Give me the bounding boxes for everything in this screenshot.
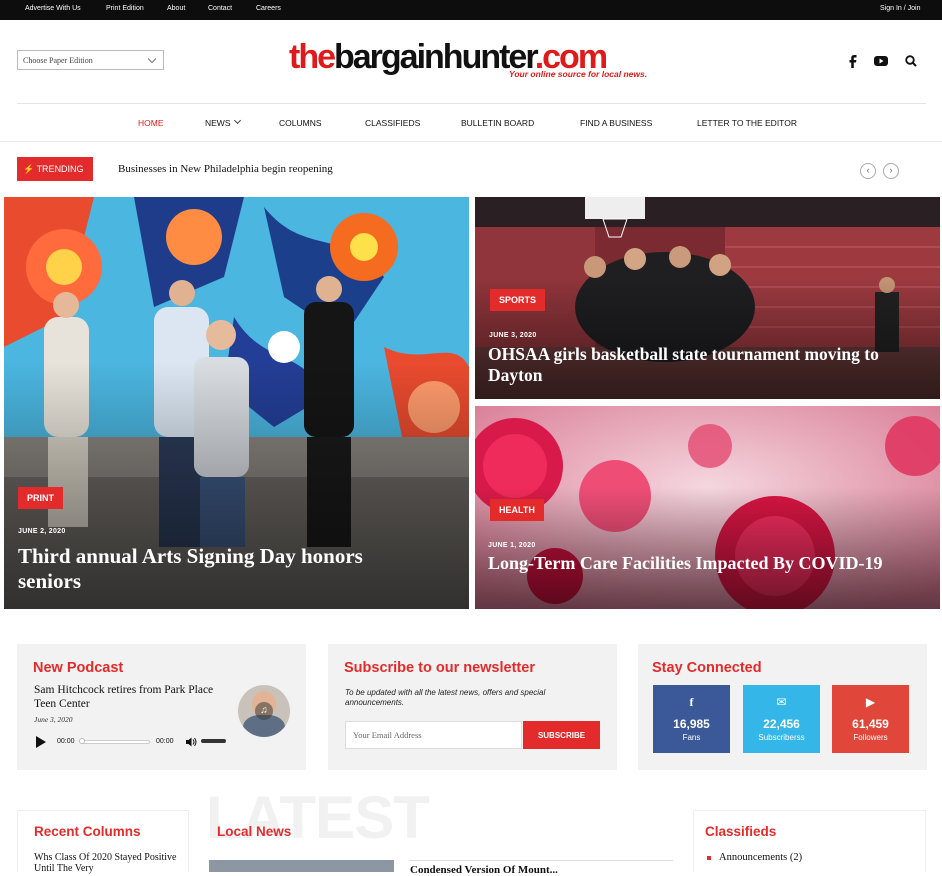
category-badge[interactable]: HEALTH <box>490 499 544 521</box>
newsletter-title: Subscribe to our newsletter <box>344 660 535 676</box>
recent-columns-title: Recent Columns <box>34 824 141 839</box>
bullet-icon <box>707 856 711 860</box>
stay-connected-title: Stay Connected <box>652 660 762 676</box>
newsletter-widget: Subscribe to our newsletter To be update… <box>328 644 617 770</box>
chevron-down-icon <box>147 54 157 64</box>
search-icon[interactable] <box>905 55 917 67</box>
local-news-divider <box>409 860 673 861</box>
volume-slider[interactable] <box>201 739 226 743</box>
article-date: JUNE 3, 2020 <box>489 332 537 339</box>
mail-label: Subscriberss <box>758 733 805 742</box>
facebook-icon[interactable] <box>848 55 858 68</box>
play-icon[interactable] <box>36 736 46 748</box>
subscribe-button[interactable]: SUBSCRIBE <box>523 721 600 749</box>
print-edition-link[interactable]: Print Edition <box>106 5 144 12</box>
featured-article-arts[interactable]: PRINT JUNE 2, 2020 Third annual Arts Sig… <box>4 197 469 609</box>
podcast-progress-bar[interactable] <box>81 740 150 744</box>
trending-bar: ⚡ TRENDING Businesses in New Philadelphi… <box>0 143 942 197</box>
careers-link[interactable]: Careers <box>256 5 281 12</box>
podcast-date: June 3, 2020 <box>34 715 73 724</box>
logo-the: the <box>289 38 336 76</box>
podcast-episode-title[interactable]: Sam Hitchcock retires from Park Place Te… <box>34 684 224 712</box>
local-news-thumbnail[interactable] <box>209 860 394 872</box>
logo-tagline: Your online source for local news. <box>509 69 648 79</box>
article-headline[interactable]: Long-Term Care Facilities Impacted By CO… <box>488 553 908 575</box>
nav-bulletin-board[interactable]: BULLETIN BOARD <box>461 118 534 128</box>
facebook-icon: f <box>689 695 694 709</box>
paper-select-label: Choose Paper Edition <box>23 56 93 65</box>
nav-find-a-business[interactable]: FIND A BUSINESS <box>580 118 652 128</box>
trending-headline[interactable]: Businesses in New Philadelphia begin reo… <box>118 163 333 175</box>
youtube-count: 61,459 <box>852 717 889 731</box>
lightning-icon: ⚡ <box>23 164 35 174</box>
podcast-widget: New Podcast Sam Hitchcock retires from P… <box>17 644 306 770</box>
contact-link[interactable]: Contact <box>208 5 232 12</box>
podcast-title: New Podcast <box>33 660 124 676</box>
category-badge[interactable]: SPORTS <box>490 289 546 311</box>
podcast-time-total: 00:00 <box>156 738 174 745</box>
classifieds-item-count: (2) <box>789 852 803 863</box>
classifieds-title: Classifieds <box>705 824 777 839</box>
classifieds-item[interactable]: Announcements (2) <box>719 852 802 863</box>
podcast-progress-handle[interactable] <box>79 738 85 744</box>
mail-icon: ✉ <box>776 695 787 709</box>
top-bar: Advertise With Us Print Edition About Co… <box>0 0 942 20</box>
youtube-icon: ▶ <box>865 695 876 709</box>
podcast-avatar[interactable]: ♫ <box>238 685 290 737</box>
category-badge[interactable]: PRINT <box>18 487 63 509</box>
nav-columns[interactable]: COLUMNS <box>279 118 322 128</box>
podcast-time-current: 00:00 <box>57 738 75 745</box>
nav-classifieds[interactable]: CLASSIFIEDS <box>365 118 420 128</box>
logo-bargainhunter: bargainhunter <box>334 38 537 76</box>
local-news-item[interactable]: Condensed Version Of Mount... <box>410 864 558 876</box>
facebook-label: Fans <box>682 733 701 742</box>
main-nav: HOME NEWS COLUMNS CLASSIFIEDS BULLETIN B… <box>0 104 942 142</box>
nav-news[interactable]: NEWS <box>205 118 231 128</box>
sign-in-link[interactable]: Sign In / Join <box>880 5 920 12</box>
facebook-count: 16,985 <box>673 717 710 731</box>
about-link[interactable]: About <box>167 5 185 12</box>
nav-home[interactable]: HOME <box>138 118 164 128</box>
nav-letter-to-editor[interactable]: LETTER TO THE EDITOR <box>697 118 797 128</box>
article-date: JUNE 1, 2020 <box>488 542 536 549</box>
image-gradient <box>475 487 940 609</box>
mail-subscribers-button[interactable]: ✉ 22,456 Subscriberss <box>743 685 820 753</box>
next-arrow-icon[interactable]: › <box>883 163 899 179</box>
volume-icon[interactable] <box>185 736 197 748</box>
trending-badge: ⚡ TRENDING <box>17 157 93 181</box>
site-logo[interactable]: thebargainhunter.com Your online source … <box>289 40 659 82</box>
facebook-fans-button[interactable]: f 16,985 Fans <box>653 685 730 753</box>
article-headline[interactable]: OHSAA girls basketball state tournament … <box>488 344 908 386</box>
paper-edition-select[interactable]: Choose Paper Edition <box>17 50 164 70</box>
recent-column-item[interactable]: Whs Class Of 2020 Stayed Positive Until … <box>34 852 179 874</box>
youtube-followers-button[interactable]: ▶ 61,459 Followers <box>832 685 909 753</box>
music-note-icon: ♫ <box>255 702 273 720</box>
article-date: JUNE 2, 2020 <box>18 528 66 535</box>
prev-arrow-icon[interactable]: ‹ <box>860 163 876 179</box>
youtube-icon[interactable] <box>874 55 888 67</box>
trending-label: TRENDING <box>36 164 84 174</box>
article-headline[interactable]: Third annual Arts Signing Day honors sen… <box>18 544 418 594</box>
local-news-title: Local News <box>217 824 292 839</box>
latest-watermark: LATEST <box>206 784 430 851</box>
featured-article-sports[interactable]: SPORTS JUNE 3, 2020 OHSAA girls basketba… <box>475 197 940 399</box>
advertise-link[interactable]: Advertise With Us <box>25 5 81 12</box>
newsletter-description: To be updated with all the latest news, … <box>345 688 546 708</box>
mail-count: 22,456 <box>763 717 800 731</box>
email-input[interactable]: Your Email Address <box>345 721 522 749</box>
featured-article-health[interactable]: HEALTH JUNE 1, 2020 Long-Term Care Facil… <box>475 406 940 609</box>
chevron-down-icon <box>233 116 242 125</box>
youtube-label: Followers <box>853 733 888 742</box>
classifieds-item-label: Announcements <box>719 852 788 863</box>
